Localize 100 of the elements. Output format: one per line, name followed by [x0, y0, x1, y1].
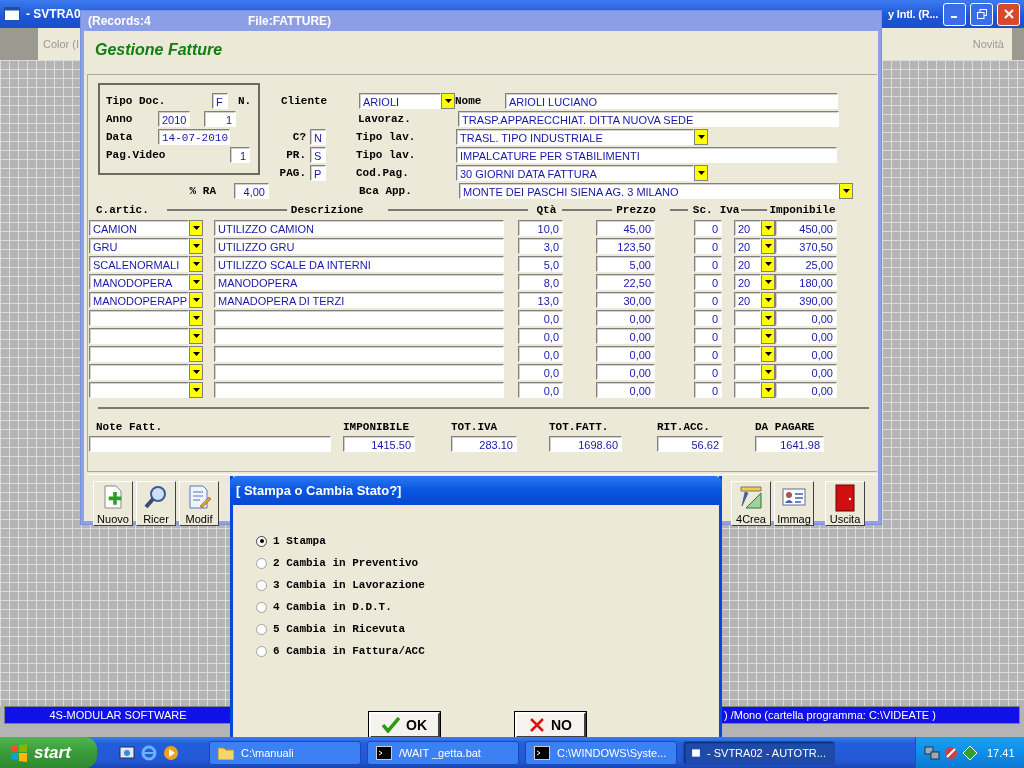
description-field[interactable] [214, 310, 504, 326]
dropdown-button[interactable] [189, 238, 203, 254]
price-field[interactable]: 5,00 [596, 256, 655, 272]
discount-field[interactable]: 0 [694, 274, 722, 290]
amount-field[interactable]: 0,00 [775, 310, 837, 326]
minimize-button[interactable] [943, 2, 966, 26]
dropdown-button[interactable] [761, 292, 775, 308]
dropdown-button[interactable] [761, 274, 775, 290]
description-field[interactable]: UTILIZZO GRU [214, 238, 504, 254]
description-field[interactable]: MANODOPERA [214, 274, 504, 290]
amount-field[interactable]: 390,00 [775, 292, 837, 308]
quantity-field[interactable]: 0,0 [518, 328, 563, 344]
radio-button[interactable] [256, 557, 267, 569]
quantity-field[interactable]: 0,0 [518, 382, 563, 398]
quantity-field[interactable]: 13,0 [518, 292, 563, 308]
notes-field[interactable] [89, 436, 331, 452]
price-field[interactable]: 45,00 [596, 220, 655, 236]
amount-field[interactable]: 180,00 [775, 274, 837, 290]
total-field[interactable]: 1641.98 [755, 436, 824, 452]
toolbar-button[interactable]: Uscita [825, 481, 865, 526]
toolbar-button[interactable]: Modif [179, 481, 219, 526]
description-field[interactable] [214, 346, 504, 362]
cancel-button[interactable]: NO [515, 712, 586, 738]
dropdown-button[interactable] [839, 183, 853, 199]
description-field[interactable] [214, 328, 504, 344]
input-field[interactable]: 1 [230, 147, 250, 163]
total-field[interactable]: 1415.50 [343, 436, 415, 452]
dropdown-field[interactable]: TRASL. TIPO INDUSTRIALE [456, 129, 694, 145]
ok-button[interactable]: OK [369, 712, 440, 738]
article-code-field[interactable]: SCALENORMALI [89, 256, 189, 272]
dropdown-button[interactable] [761, 310, 775, 326]
dropdown-button[interactable] [761, 382, 775, 398]
input-field[interactable]: P [310, 165, 326, 181]
article-code-field[interactable] [89, 346, 189, 362]
desktop-shortcut-icon[interactable] [119, 744, 135, 761]
input-field[interactable]: TRASP.APPARECCHIAT. DITTA NUOVA SEDE [458, 111, 839, 127]
date-field[interactable]: 14-07-2010 [158, 129, 230, 145]
vat-field[interactable] [734, 382, 761, 398]
dropdown-button[interactable] [189, 346, 203, 362]
toolbar-button[interactable]: 4Crea [731, 481, 771, 526]
quantity-field[interactable]: 8,0 [518, 274, 563, 290]
radio-button[interactable] [256, 645, 267, 657]
discount-field[interactable]: 0 [694, 256, 722, 272]
total-field[interactable]: 56.62 [657, 436, 723, 452]
input-field[interactable]: F [212, 93, 228, 109]
vat-field[interactable]: 20 [734, 292, 761, 308]
vat-field[interactable]: 20 [734, 220, 761, 236]
amount-field[interactable]: 25,00 [775, 256, 837, 272]
description-field[interactable]: UTILIZZO SCALE DA INTERNI [214, 256, 504, 272]
browser-icon[interactable] [141, 744, 157, 761]
price-field[interactable]: 0,00 [596, 364, 655, 380]
dropdown-button[interactable] [761, 364, 775, 380]
dropdown-button[interactable] [189, 220, 203, 236]
dropdown-button[interactable] [761, 238, 775, 254]
toolbar-button[interactable]: Ricer [136, 481, 176, 526]
close-button[interactable] [997, 2, 1020, 26]
price-field[interactable]: 0,00 [596, 346, 655, 362]
quantity-field[interactable]: 3,0 [518, 238, 563, 254]
article-code-field[interactable] [89, 382, 189, 398]
toolbar-button[interactable]: Nuovo [93, 481, 133, 526]
radio-button[interactable] [256, 623, 267, 635]
vat-field[interactable] [734, 328, 761, 344]
description-field[interactable] [214, 382, 504, 398]
discount-field[interactable]: 0 [694, 382, 722, 398]
dropdown-button[interactable] [189, 256, 203, 272]
input-field[interactable]: S [310, 147, 326, 163]
discount-field[interactable]: 0 [694, 364, 722, 380]
vat-field[interactable] [734, 346, 761, 362]
amount-field[interactable]: 0,00 [775, 382, 837, 398]
dropdown-button[interactable] [189, 310, 203, 326]
quantity-field[interactable]: 10,0 [518, 220, 563, 236]
dropdown-button[interactable] [189, 292, 203, 308]
option-label[interactable]: 6 Cambia in Fattura/ACC [273, 645, 425, 657]
amount-field[interactable]: 0,00 [775, 328, 837, 344]
discount-field[interactable]: 0 [694, 328, 722, 344]
restore-button[interactable] [970, 2, 993, 26]
discount-field[interactable]: 0 [694, 292, 722, 308]
price-field[interactable]: 22,50 [596, 274, 655, 290]
amount-field[interactable]: 370,50 [775, 238, 837, 254]
taskbar-button[interactable]: C:\WINDOWS\Syste... [525, 740, 677, 765]
discount-field[interactable]: 0 [694, 310, 722, 326]
price-field[interactable]: 0,00 [596, 382, 655, 398]
quantity-field[interactable]: 0,0 [518, 310, 563, 326]
option-label[interactable]: 1 Stampa [273, 535, 326, 547]
discount-field[interactable]: 0 [694, 238, 722, 254]
quantity-field[interactable]: 5,0 [518, 256, 563, 272]
client-field[interactable]: ARIOLI [359, 93, 441, 109]
vat-field[interactable]: 20 [734, 274, 761, 290]
dropdown-button[interactable] [761, 346, 775, 362]
option-label[interactable]: 4 Cambia in D.D.T. [273, 601, 392, 613]
taskbar-button[interactable]: - SVTRA02 - AUTOTR... [683, 740, 835, 765]
article-code-field[interactable]: MANODOPERA [89, 274, 189, 290]
vat-field[interactable] [734, 310, 761, 326]
option-label[interactable]: 5 Cambia in Ricevuta [273, 623, 406, 635]
amount-field[interactable]: 0,00 [775, 346, 837, 362]
article-code-field[interactable] [89, 310, 189, 326]
article-code-field[interactable] [89, 364, 189, 380]
media-player-icon[interactable] [163, 744, 179, 761]
dropdown-button[interactable] [189, 274, 203, 290]
name-field[interactable]: ARIOLI LUCIANO [505, 93, 838, 109]
